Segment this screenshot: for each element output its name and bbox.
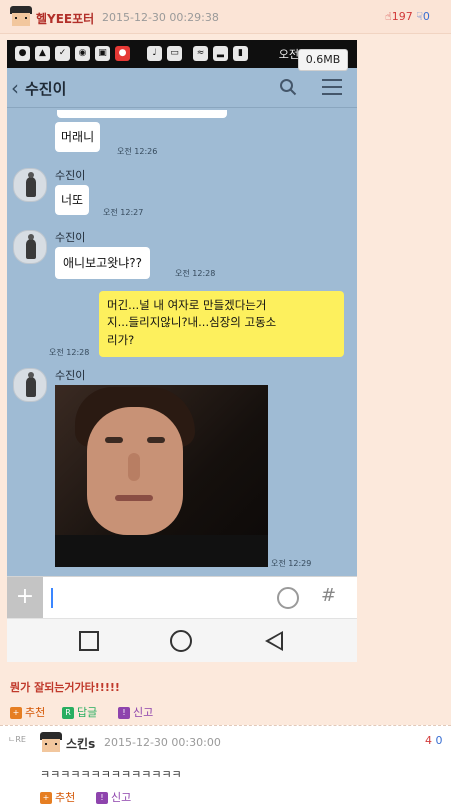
report-icon: !: [96, 792, 108, 804]
vibrate-icon: ▭: [167, 46, 182, 61]
message-text: 머긴...널 내 여자로 만들겠다는거 지...들리지않니?내...심장의 고동…: [107, 297, 276, 349]
image-size-badge: 0.6MB: [298, 49, 348, 71]
post-header: 헬YEE포터 2015-12-30 00:29:38 ☝197 ☟0: [0, 0, 451, 34]
plus-icon: +: [10, 707, 22, 719]
text-cursor[interactable]: [51, 588, 53, 608]
photo-attachment[interactable]: [55, 385, 268, 567]
search-icon[interactable]: [279, 78, 297, 96]
comment: ㄴRE 스킨s 2015-12-30 00:30:00 4 0 ㅋㅋㅋㅋㅋㅋㅋㅋ…: [0, 725, 451, 805]
comment-recommend-button[interactable]: + 추천: [40, 789, 75, 805]
recommend-label: 추천: [25, 706, 46, 719]
sender-name: 수진이: [55, 369, 86, 382]
comment-date: 2015-12-30 00:30:00: [104, 736, 221, 749]
post-author[interactable]: 헬YEE포터: [36, 10, 94, 27]
my-message-bubble: 머긴...널 내 여자로 만들겠다는거 지...들리지않니?내...심장의 고동…: [99, 291, 344, 357]
chat-titlebar: ‹ 수진이: [7, 68, 357, 108]
sender-name: 수진이: [55, 231, 86, 244]
wifi-icon: ≈: [193, 46, 208, 61]
message-bubble: 애니보고왓냐??: [55, 247, 150, 279]
signal-icon: ▂: [213, 46, 228, 61]
report-icon: !: [118, 707, 130, 719]
message-bubble: 머래니: [55, 122, 101, 152]
notification-icon: ◉: [75, 46, 90, 61]
commenter-avatar[interactable]: [40, 732, 62, 754]
plus-icon: +: [40, 792, 52, 804]
recommend-button[interactable]: + 추천: [10, 704, 45, 720]
reply-button[interactable]: R 답글: [62, 704, 97, 720]
hash-icon[interactable]: #: [321, 585, 336, 606]
notification-icon: ●: [15, 46, 30, 61]
comment-report-button[interactable]: ! 신고: [96, 789, 131, 805]
thumbs-down-icon[interactable]: ☟: [416, 10, 423, 23]
message-line: 지...들리지않니?내...심장의 고동소: [107, 315, 277, 330]
status-clock: 오전: [278, 48, 299, 61]
comment-actions: + 추천 ! 신고: [40, 789, 190, 805]
battery-icon: ▮: [233, 46, 248, 61]
sender-avatar[interactable]: [13, 230, 47, 264]
reply-label: 답글: [77, 706, 98, 719]
report-button[interactable]: ! 신고: [118, 704, 153, 720]
emoji-icon[interactable]: [277, 587, 299, 609]
message-time: 오전 12:26: [117, 147, 158, 156]
attach-plus-button[interactable]: +: [7, 577, 43, 619]
sender-avatar[interactable]: [13, 368, 47, 402]
comment-author[interactable]: 스킨s: [66, 735, 95, 752]
reply-marker: ㄴRE: [8, 735, 26, 744]
post-date: 2015-12-30 00:29:38: [102, 11, 219, 24]
home-icon[interactable]: [170, 630, 192, 652]
votes-down-count: 0: [422, 10, 430, 23]
headset-icon: ♩: [147, 46, 162, 61]
notification-icon: ▲: [35, 46, 50, 61]
comment-text: ㅋㅋㅋㅋㅋㅋㅋㅋㅋㅋㅋㅋㅋㅋ: [40, 768, 182, 781]
app-icon: ●: [115, 46, 130, 61]
reply-icon: R: [62, 707, 74, 719]
report-label: 신고: [111, 791, 132, 804]
message-bubble: [57, 110, 227, 118]
message-time: 오전 12:29: [271, 559, 312, 568]
post-body: 뭔가 잘되는거가타!!!!!: [10, 681, 120, 694]
report-label: 신고: [133, 706, 154, 719]
gallery-icon: ▣: [95, 46, 110, 61]
message-time: 오전 12:28: [49, 348, 90, 357]
message-line: 리가?: [107, 332, 135, 347]
post-votes[interactable]: ☝197 ☟0: [385, 10, 430, 23]
message-time: 오전 12:28: [175, 269, 216, 278]
back-icon[interactable]: [265, 631, 283, 651]
comment-votes[interactable]: 4 0: [425, 734, 443, 747]
thumbs-up-icon[interactable]: ☝: [385, 10, 392, 23]
comment-votes-up[interactable]: 4: [425, 734, 432, 747]
recent-apps-icon[interactable]: [79, 631, 99, 651]
post-actions: + 추천 R 답글 ! 신고: [10, 704, 210, 720]
back-chevron-icon[interactable]: ‹: [11, 76, 19, 100]
sender-avatar[interactable]: [13, 168, 47, 202]
message-time: 오전 12:27: [103, 208, 144, 217]
message-bubble: 너또: [55, 185, 90, 215]
chat-screenshot: ● ▲ ✓ ◉ ▣ ● ♩ ▭ ≈ ▂ ▮ 오전 ‹ 수진이 머래니 오전 12…: [7, 40, 357, 662]
android-nav-bar: [7, 618, 357, 662]
user-avatar[interactable]: [10, 6, 32, 28]
chat-room-title: 수진이: [25, 80, 67, 98]
chat-input-bar: + #: [7, 576, 357, 619]
menu-icon[interactable]: [322, 79, 342, 95]
votes-up-count: 197: [391, 10, 413, 23]
sender-name: 수진이: [55, 169, 86, 182]
message-line: 머긴...널 내 여자로 만들겠다는거: [107, 298, 267, 312]
recommend-label: 추천: [55, 791, 76, 804]
comment-votes-down[interactable]: 0: [436, 734, 443, 747]
notification-icon: ✓: [55, 46, 70, 61]
